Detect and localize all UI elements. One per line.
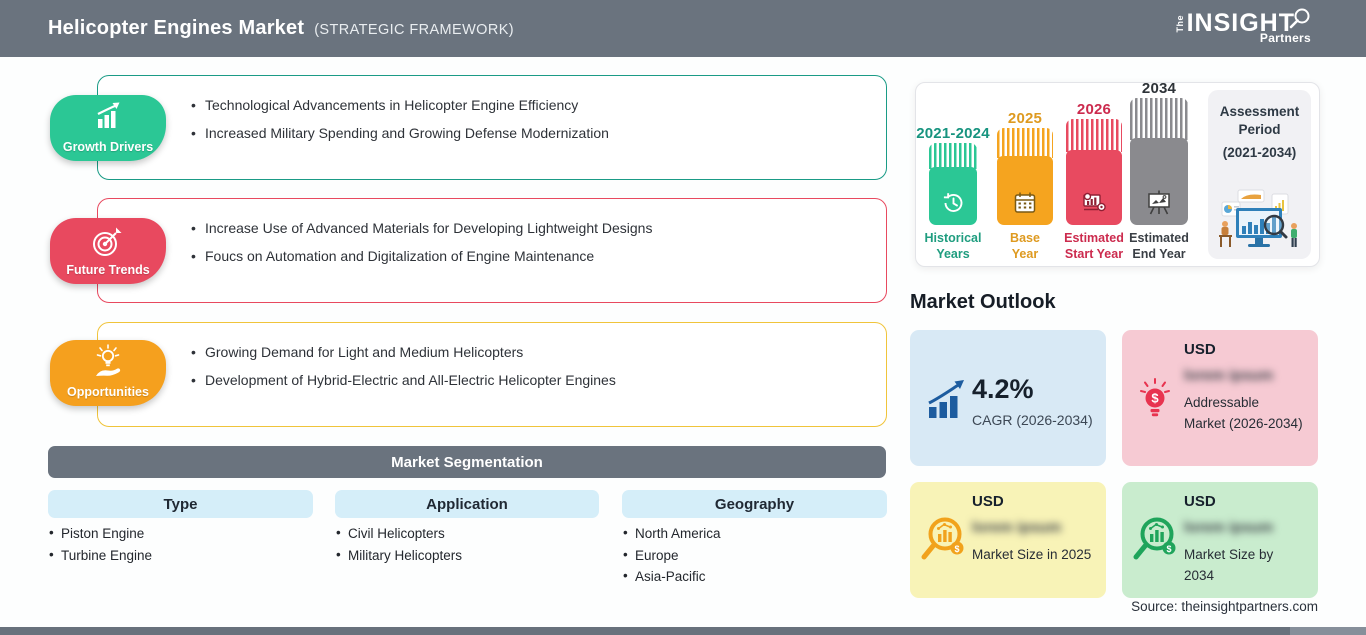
growth-drivers-badge: Growth Drivers [50,95,166,161]
market-size-2034-card: $ USD lorem ipsum Market Size by 2034 [1122,482,1318,598]
market-analysis-icon [1080,190,1108,216]
assessment-period-panel: Assessment Period (2021-2034) [1208,90,1311,259]
cagr-card: 4.2% CAGR (2026-2034) [910,330,1106,466]
timeline-bar-caption: Estimated Start Year [1056,230,1132,263]
market-outlook-title: Market Outlook [910,291,1056,314]
timeline-year-label: 2021-2024 [906,125,1000,142]
badge-label: Opportunities [67,385,149,399]
growth-chart-icon [90,101,126,133]
card-caption: Market Size by 2034 [1184,545,1304,587]
list-item: Military Helicopters [335,549,462,563]
list-item: Development of Hybrid-Electric and All-E… [190,371,866,390]
market-segmentation-title: Market Segmentation [391,454,543,471]
segmentation-list-application: Civil Helicopters Military Helicopters [335,527,462,570]
timeline-year-label: 2025 [997,110,1053,127]
logo-partners-text: Partners [1260,31,1311,45]
header-bar: Helicopter Engines Market (STRATEGIC FRA… [0,0,1366,57]
card-caption: Market Size in 2025 [972,545,1092,566]
timeline-bar-base-year [997,128,1053,225]
timeline-bar-start-year [1066,119,1122,225]
list-item: Growing Demand for Light and Medium Heli… [190,343,866,362]
growth-bars-arrow-icon [926,378,970,420]
page-subtitle: (STRATEGIC FRAMEWORK) [314,22,514,38]
assessment-period-title: Assessment Period [1208,103,1311,138]
blurred-market-value: lorem ipsum [1184,519,1273,536]
market-segmentation-title-bar: Market Segmentation [48,446,886,478]
list-item: Civil Helicopters [335,527,462,541]
list-item: North America [622,527,721,541]
assessment-period-range: (2021-2034) [1208,145,1311,160]
list-item: Asia-Pacific [622,570,721,584]
currency-label: USD [1184,493,1216,510]
badge-label: Growth Drivers [63,140,153,154]
growth-drivers-card: Technological Advancements in Helicopter… [97,75,887,180]
svg-text:$: $ [954,544,959,554]
list-item: Europe [622,549,721,563]
svg-text:$: $ [1151,391,1159,406]
cagr-value: 4.2% [972,374,1034,405]
segmentation-header-type: Type [48,490,313,518]
badge-label: Future Trends [66,263,149,277]
list-item: Increased Military Spending and Growing … [190,124,866,143]
segmentation-header-application: Application [335,490,599,518]
target-dart-icon [89,224,127,260]
magnifier-chart-orange-icon: $ [916,510,970,568]
svg-text:$: $ [1166,544,1171,554]
currency-label: USD [972,493,1004,510]
timeline-bar-caption: Historical Years [919,230,987,263]
magnifier-icon [1289,8,1311,32]
blurred-market-value: lorem ipsum [972,519,1061,536]
brand-logo: The INSIGHT Partners [1176,12,1311,46]
market-size-2025-card: $ USD lorem ipsum Market Size in 2025 [910,482,1106,598]
addressable-market-card: $ USD lorem ipsum Addressable Market (20… [1122,330,1318,466]
timeline-year-label: 2026 [1066,101,1122,118]
currency-label: USD [1184,341,1216,358]
list-item: Foucs on Automation and Digitalization o… [190,247,866,266]
blurred-market-value: lorem ipsum [1184,367,1273,384]
infographic-page: Helicopter Engines Market (STRATEGIC FRA… [0,0,1366,635]
timeline-bar-end-year [1130,98,1188,225]
segmentation-list-type: Piston Engine Turbine Engine [48,527,152,570]
list-item: Increase Use of Advanced Materials for D… [190,219,866,238]
header-titles: Helicopter Engines Market (STRATEGIC FRA… [48,17,514,40]
timeline-bar-historical [929,143,977,225]
growth-drivers-list: Technological Advancements in Helicopter… [190,96,866,143]
future-trends-list: Increase Use of Advanced Materials for D… [190,219,866,266]
opportunities-card: Growing Demand for Light and Medium Heli… [97,322,887,427]
list-item: Technological Advancements in Helicopter… [190,96,866,115]
analysts-illustration [1214,182,1306,254]
timeline-year-label: 2034 [1130,80,1188,97]
bulb-dollar-icon: $ [1134,376,1176,422]
logo-the-text: The [1176,15,1185,33]
calendar-icon [1012,190,1038,216]
segmentation-header-geography: Geography [622,490,887,518]
opportunities-list: Growing Demand for Light and Medium Heli… [190,343,866,390]
future-trends-badge: Future Trends [50,218,166,284]
source-attribution: Source: theinsightpartners.com [1131,599,1318,614]
bottom-edge-strip [0,627,1366,635]
opportunities-badge: Opportunities [50,340,166,406]
list-item: Piston Engine [48,527,152,541]
timeline-bar-caption: Base Year [997,230,1053,263]
timeline-bar-caption: Estimated End Year [1124,230,1194,263]
magnifier-chart-green-icon: $ [1128,510,1182,568]
segmentation-list-geography: North America Europe Asia-Pacific [622,527,721,592]
page-title: Helicopter Engines Market [48,17,304,40]
history-icon [940,190,966,216]
card-caption: Addressable Market (2026-2034) [1184,393,1304,435]
future-trends-card: Increase Use of Advanced Materials for D… [97,198,887,303]
cagr-caption: CAGR (2026-2034) [972,412,1093,428]
presentation-icon [1145,189,1173,216]
list-item: Turbine Engine [48,549,152,563]
bulb-hand-icon [88,343,128,385]
